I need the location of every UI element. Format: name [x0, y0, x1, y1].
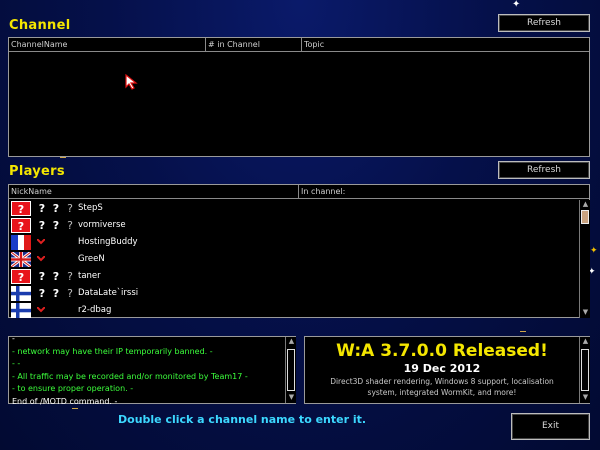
news-body-line: Direct3D shader rendering, Windows 8 sup… [330, 377, 554, 386]
players-scrollbar[interactable]: ▲ ▼ [579, 200, 590, 318]
motd-scrollbar[interactable]: ▲ ▼ [285, 337, 296, 403]
star-icon: ✦ [590, 246, 598, 256]
motd-line: End of /MOTD command. - [12, 396, 118, 406]
players-list[interactable]: NickName In channel: ? ? ? ? StepS ? ? ?… [8, 184, 590, 318]
player-row[interactable]: HostingBuddy [9, 234, 574, 251]
player-row[interactable]: ? ? ? ? vormiverse [9, 217, 574, 234]
unknown-flag-icon: ? [11, 218, 31, 233]
finland-flag-icon [11, 286, 31, 301]
star-icon: ✦ [512, 0, 521, 10]
scroll-up-arrow-icon[interactable]: ▲ [581, 337, 590, 346]
scroll-down-arrow-icon[interactable]: ▼ [581, 308, 590, 317]
channel-section-title: Channel [9, 18, 71, 33]
news-headline: W:A 3.7.0.0 Released! [336, 341, 548, 361]
channel-hint-text: Double click a channel name to enter it. [118, 413, 367, 426]
rank-icon: ? [38, 219, 46, 232]
uk-flag-icon [11, 252, 31, 267]
news-scrollbar[interactable]: ▲ ▼ [579, 337, 590, 403]
mouse-cursor-icon [125, 74, 138, 90]
rank-icon: ? [52, 202, 60, 215]
motd-line: - to ensure proper operation. - [12, 384, 134, 393]
player-name: r2-dbag [78, 305, 112, 315]
scroll-up-arrow-icon[interactable]: ▲ [287, 337, 296, 346]
player-name: taner [78, 271, 101, 281]
players-section-title: Players [9, 164, 65, 179]
motd-line: - All traffic may be recorded and/or mon… [12, 371, 248, 381]
decorative-spark [72, 408, 78, 409]
rank-icon: ? [38, 287, 46, 300]
news-panel: W:A 3.7.0.0 Released! 19 Dec 2012 Direct… [304, 336, 590, 404]
player-row[interactable]: ? ? ? DataLate`irssi [9, 285, 574, 302]
unknown-flag-icon: ? [11, 201, 31, 216]
rank-icon: ? [52, 270, 60, 283]
rank-icon: ? [67, 219, 73, 232]
news-body-line: system, integrated WormKit, and more! [367, 388, 517, 397]
column-header-channelname[interactable]: ChannelName [9, 38, 206, 52]
scroll-up-arrow-icon[interactable]: ▲ [581, 200, 590, 209]
rank-icon: ? [38, 270, 46, 283]
motd-line: - [12, 334, 15, 343]
motd-text: - - network may have their IP temporaril… [12, 333, 284, 405]
scrollbar-thumb[interactable] [581, 210, 589, 224]
decorative-spark [60, 157, 66, 158]
france-flag-icon [11, 235, 31, 250]
news-body: Direct3D shader rendering, Windows 8 sup… [305, 376, 579, 398]
players-refresh-button[interactable]: Refresh [498, 161, 590, 179]
column-header-in-channel[interactable]: # in Channel [206, 38, 302, 52]
exit-button[interactable]: Exit [511, 413, 590, 440]
rank-icon: ? [38, 202, 46, 215]
chevron-rank-icon [37, 256, 45, 262]
motd-panel: - - network may have their IP temporaril… [8, 333, 296, 405]
column-header-in-channel[interactable]: In channel: [299, 185, 589, 199]
player-name: HostingBuddy [78, 237, 138, 247]
player-row[interactable]: r2-dbag [9, 302, 574, 318]
scroll-down-arrow-icon[interactable]: ▼ [287, 393, 296, 402]
motd-line: - network may have their IP temporarily … [12, 346, 213, 356]
rank-icon: ? [52, 287, 60, 300]
rank-icon: ? [67, 270, 73, 283]
player-row[interactable]: GreeN [9, 251, 574, 268]
player-row[interactable]: ? ? ? ? StepS [9, 200, 574, 217]
scrollbar-thumb[interactable] [581, 349, 589, 391]
decorative-spark [520, 331, 526, 332]
player-name: vormiverse [78, 220, 126, 230]
chevron-rank-icon [37, 239, 45, 245]
column-header-nickname[interactable]: NickName [9, 185, 299, 199]
scroll-down-arrow-icon[interactable]: ▼ [581, 393, 590, 402]
player-name: DataLate`irssi [78, 288, 139, 298]
motd-line: - - [12, 359, 21, 368]
column-header-topic[interactable]: Topic [302, 38, 589, 52]
player-name: GreeN [78, 254, 105, 264]
scrollbar-thumb[interactable] [287, 349, 295, 391]
chevron-rank-icon [37, 307, 45, 313]
channel-list[interactable]: ChannelName # in Channel Topic [8, 37, 590, 157]
player-name: StepS [78, 203, 103, 213]
player-rows: ? ? ? ? StepS ? ? ? ? vormiverse Hosting… [9, 200, 577, 318]
channel-refresh-button[interactable]: Refresh [498, 14, 590, 32]
news-date: 19 Dec 2012 [403, 362, 481, 375]
unknown-flag-icon: ? [11, 269, 31, 284]
rank-icon: ? [52, 219, 60, 232]
player-row[interactable]: ? ? ? ? taner [9, 268, 574, 285]
rank-icon: ? [67, 202, 73, 215]
finland-flag-icon [11, 303, 31, 318]
rank-icon: ? [67, 287, 73, 300]
